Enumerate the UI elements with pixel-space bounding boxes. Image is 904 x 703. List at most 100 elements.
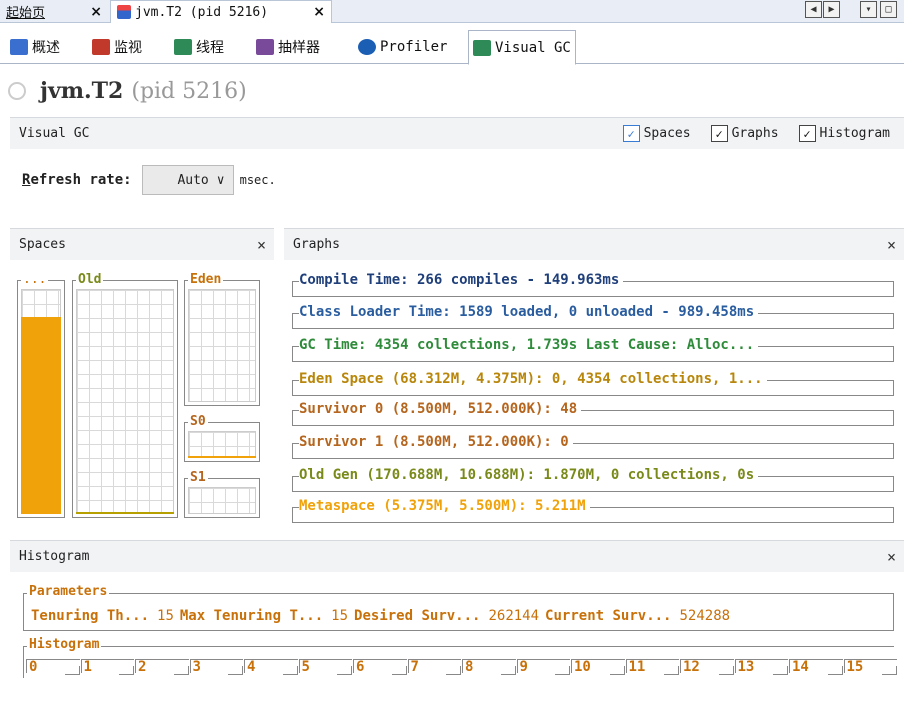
tab-label: Profiler <box>380 39 448 55</box>
graph-label: Survivor 0 (8.500M, 512.000K): 48 <box>299 401 582 417</box>
close-icon[interactable]: × <box>887 548 896 566</box>
graph-row: Metaspace (5.375M, 5.500M): 5.211M <box>292 498 894 523</box>
histogram-bin: 7 <box>407 659 461 675</box>
parameter-value: 524288 <box>679 608 731 624</box>
graph-row: Compile Time: 266 compiles - 149.963ms <box>292 272 894 297</box>
histogram-bin: 1 <box>80 659 134 675</box>
spaces-checkbox[interactable]: ✓ Spaces <box>622 125 691 142</box>
tab-label: 监视 <box>114 40 142 56</box>
histogram-bin: 8 <box>462 659 516 675</box>
app-pid: (pid 5216) <box>131 78 247 104</box>
histogram-bin: 14 <box>789 659 843 675</box>
close-icon[interactable]: × <box>90 4 102 20</box>
histogram-bin: 13 <box>734 659 788 675</box>
histogram-checkbox[interactable]: ✓ Histogram <box>798 125 890 142</box>
graphs-header: Graphs × <box>284 228 904 260</box>
old-space-label: Old <box>76 272 104 287</box>
parameter-value: 15 <box>331 608 349 624</box>
eden-grid <box>188 289 256 402</box>
refresh-rate-label: Refresh rate: <box>22 172 132 188</box>
doc-tab-label: 起始页 <box>6 6 46 21</box>
s0-grid <box>188 431 256 458</box>
parameter-key: Current Surv... <box>545 608 672 624</box>
doc-tab-jvm[interactable]: jvm.T2 (pid 5216) × <box>110 0 332 23</box>
parameter-value: 262144 <box>488 608 540 624</box>
panel-title: Graphs <box>293 237 340 252</box>
view-tab-bar: 概述 监视 线程 抽样器 Profiler Visual GC <box>0 24 904 65</box>
overview-icon <box>10 39 28 55</box>
s0-space: S0 <box>184 415 260 462</box>
sampler-icon <box>256 39 274 55</box>
histogram-bin: 0 <box>26 659 80 675</box>
profiler-icon <box>358 39 376 55</box>
scroll-right-icon[interactable]: ▶ <box>823 1 840 18</box>
checkbox-label: Spaces <box>643 126 691 141</box>
graph-label: Survivor 1 (8.500M, 512.000K): 0 <box>299 434 573 450</box>
document-tab-bar: 起始页 × jvm.T2 (pid 5216) × ◀ ▶ ▾ □ <box>0 0 904 23</box>
refresh-rate-dropdown[interactable]: Auto ∨ <box>141 165 234 195</box>
check-icon: ✓ <box>710 125 728 142</box>
parameters-label: Parameters <box>27 584 110 599</box>
graph-row: Class Loader Time: 1589 loaded, 0 unload… <box>292 304 894 329</box>
panel-title: Histogram <box>19 549 90 564</box>
visualgc-icon <box>473 39 491 56</box>
close-icon[interactable]: × <box>257 236 266 254</box>
doc-tab-label: jvm.T2 (pid 5216) <box>135 4 269 20</box>
chevron-down-icon: ∨ <box>216 172 225 188</box>
s0-space-label: S0 <box>188 414 208 429</box>
histogram-bin: 10 <box>571 659 625 675</box>
close-icon[interactable]: × <box>313 4 325 20</box>
graphs-checkbox[interactable]: ✓ Graphs <box>710 125 779 142</box>
eden-space: Eden <box>184 273 260 406</box>
parameter-key: Desired Surv... <box>354 608 481 624</box>
s1-space: S1 <box>184 471 260 518</box>
tab-label: 抽样器 <box>278 40 320 56</box>
histogram-bin: 2 <box>135 659 189 675</box>
visual-gc-header: Visual GC ✓ Spaces ✓ Graphs ✓ Histogram <box>10 117 904 149</box>
graph-row: GC Time: 4354 collections, 1.739s Last C… <box>292 337 894 362</box>
histogram-header: Histogram × <box>10 540 904 572</box>
perm-fill <box>21 317 61 514</box>
s1-grid <box>188 487 256 514</box>
tab-overview[interactable]: 概述 <box>6 30 64 64</box>
tab-profiler[interactable]: Profiler <box>354 30 451 64</box>
histogram-bin: 15 <box>843 659 897 675</box>
dropdown-icon[interactable]: ▾ <box>860 1 877 18</box>
graph-row: Survivor 0 (8.500M, 512.000K): 48 <box>292 401 894 426</box>
doc-tab-start-page[interactable]: 起始页 × <box>0 0 108 23</box>
tab-threads[interactable]: 线程 <box>170 30 228 64</box>
tab-visual-gc[interactable]: Visual GC <box>468 30 576 65</box>
graph-label: Class Loader Time: 1589 loaded, 0 unload… <box>299 304 759 320</box>
histogram-bin: 5 <box>298 659 352 675</box>
old-fill <box>76 512 174 514</box>
tab-sampler[interactable]: 抽样器 <box>252 30 324 64</box>
histogram-bin: 4 <box>244 659 298 675</box>
scroll-left-icon[interactable]: ◀ <box>805 1 822 18</box>
graph-row: Old Gen (170.688M, 10.688M): 1.870M, 0 c… <box>292 467 894 492</box>
spaces-header: Spaces × <box>10 228 274 260</box>
histogram-bin: 6 <box>353 659 407 675</box>
s0-fill <box>188 456 256 458</box>
eden-space-label: Eden <box>188 272 224 287</box>
graph-row: Survivor 1 (8.500M, 512.000K): 0 <box>292 434 894 459</box>
refresh-rate-row: Refresh rate: Auto ∨ msec. <box>22 165 276 195</box>
status-circle-icon <box>8 82 26 100</box>
threads-icon <box>174 39 192 55</box>
graph-label: Compile Time: 266 compiles - 149.963ms <box>299 272 624 288</box>
close-icon[interactable]: × <box>887 236 896 254</box>
refresh-unit: msec. <box>239 173 276 187</box>
dropdown-value: Auto <box>177 172 209 188</box>
graph-row: Eden Space (68.312M, 4.375M): 0, 4354 co… <box>292 371 894 396</box>
histogram-label: Histogram <box>27 637 102 652</box>
checkbox-label: Graphs <box>731 126 779 141</box>
tab-monitor[interactable]: 监视 <box>88 30 146 64</box>
graph-label: Metaspace (5.375M, 5.500M): 5.211M <box>299 498 590 514</box>
maximize-icon[interactable]: □ <box>880 1 897 18</box>
perm-space-label: ... <box>21 272 49 287</box>
checkbox-label: Histogram <box>819 126 890 141</box>
perm-space: ... <box>17 273 65 518</box>
application-title: jvm.T2 (pid 5216) <box>8 78 247 104</box>
histogram-box: Histogram 0 1 2 3 4 5 6 7 8 9 10 11 12 13 14 15 <box>23 638 897 678</box>
old-grid <box>76 289 174 514</box>
parameters-box: Parameters Tenuring Th... 15 Max Tenuring … <box>23 585 894 631</box>
